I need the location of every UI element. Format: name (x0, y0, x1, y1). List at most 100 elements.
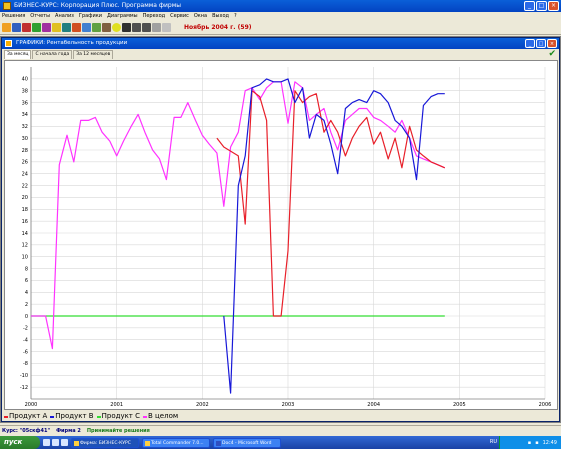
y-tick-label: 34 (22, 112, 28, 118)
toolbar-decisions-icon[interactable] (2, 23, 11, 32)
quicklaunch-media-icon[interactable] (61, 439, 68, 446)
x-tick-label: 2005 (453, 402, 466, 408)
y-tick-label: 36 (22, 100, 28, 106)
menu-item-service[interactable]: Сервис (170, 12, 189, 21)
menu-item-diagrams[interactable]: Диаграммы (107, 12, 138, 21)
menu-item-transition[interactable]: Переход (143, 12, 166, 21)
task-word[interactable]: Doc4 - Microsoft Word (213, 437, 281, 448)
task-total-commander[interactable]: Total Commander 7.0... (142, 437, 210, 448)
window-controls: _ □ × (524, 1, 559, 11)
legend-label-product-b: Продукт В (55, 412, 94, 420)
tray-volume-icon[interactable]: ▪ (535, 440, 538, 446)
tray-clock: 12:49 (542, 439, 557, 446)
x-tick-label: 2004 (367, 402, 380, 408)
toolbar-back-icon[interactable] (132, 23, 141, 32)
menu-item-analysis[interactable]: Анализ (55, 12, 74, 21)
y-tick-label: 0 (25, 314, 28, 320)
legend-label-product-c: Продукт С (101, 412, 140, 420)
tray-network-icon[interactable]: ▪ (528, 440, 531, 446)
y-tick-label: 28 (22, 148, 28, 154)
toolbar-firm-icon[interactable] (72, 23, 81, 32)
y-tick-label: -10 (20, 373, 28, 379)
y-tick-label: 2 (25, 302, 28, 308)
language-indicator[interactable]: RU (490, 439, 497, 445)
menu-item-windows[interactable]: Окна (194, 12, 207, 21)
charts-window-title: ГРАФИКИ: Рентабельность продукции (16, 40, 128, 46)
task-word-icon (216, 440, 221, 446)
toolbar-report-icon[interactable] (12, 23, 21, 32)
child-minimize-button[interactable]: _ (525, 39, 535, 48)
menu-item-help[interactable]: ? (234, 12, 237, 21)
legend-label-product-a: Продукт А (9, 412, 48, 420)
quicklaunch-browser-icon[interactable] (52, 439, 59, 446)
task-business-course[interactable]: Фирма: БИЗНЕС-КУРС (71, 437, 139, 448)
menu-item-charts[interactable]: Графики (79, 12, 102, 21)
toolbar-diagram-icon[interactable] (42, 23, 51, 32)
legend-label-overall: В целом (148, 412, 179, 420)
quick-launch (43, 439, 68, 446)
tab-12-months[interactable]: За 12 месяцев (73, 50, 114, 59)
task-label-word: Doc4 - Microsoft Word (222, 440, 272, 446)
child-maximize-button[interactable]: □ (536, 39, 546, 48)
statusbar: Курс: "05скф41" Фирма 2 Принимайте решен… (0, 425, 561, 435)
chart-legend: Продукт А Продукт В Продукт С В целом (4, 412, 181, 421)
toolbar-chart-icon[interactable] (32, 23, 41, 32)
y-tick-label: 38 (22, 89, 28, 95)
y-tick-label: 10 (22, 255, 28, 261)
profitability-chart: -12 -10 -8 -6 -4 -2 0 2 4 6 8 10 12 14 16 18 20 22 24 26 28 3… (4, 60, 558, 410)
y-tick-label: 20 (22, 195, 28, 201)
toolbar-table-icon[interactable] (62, 23, 71, 32)
toolbar-analysis-icon[interactable] (22, 23, 31, 32)
checkmark-icon[interactable]: ✔ (548, 49, 556, 59)
period-label: Ноябрь 2004 г. (59) (184, 24, 252, 31)
x-tick-label: 2006 (539, 402, 552, 408)
toolbar-money-icon[interactable] (52, 23, 61, 32)
y-tick-label: 26 (22, 160, 28, 166)
period-tabs: За месяц С начала года За 12 месяцев ✔ (2, 49, 559, 59)
close-button[interactable]: × (548, 1, 559, 11)
toolbar-forward-icon[interactable] (122, 23, 131, 32)
x-tick-label: 2000 (25, 402, 38, 408)
legend-item-product-a: Продукт А (4, 412, 47, 421)
toolbar-warehouse-icon[interactable] (102, 23, 111, 32)
charts-window: ГРАФИКИ: Рентабельность продукции _ □ × … (1, 37, 560, 422)
toolbar-info-icon[interactable] (112, 23, 121, 32)
legend-swatch-product-c (96, 415, 101, 418)
child-close-button[interactable]: × (547, 39, 557, 48)
legend-swatch-overall (143, 415, 147, 418)
toolbar: Ноябрь 2004 г. (59) (0, 21, 561, 35)
menu-item-reports[interactable]: Отчеты (30, 12, 50, 21)
toolbar-market-icon[interactable] (82, 23, 91, 32)
y-tick-label: 32 (22, 124, 28, 130)
y-tick-label: -12 (20, 385, 28, 391)
task-label-total-commander: Total Commander 7.0... (151, 440, 204, 446)
series-line-product-a (216, 90, 446, 317)
app-title: БИЗНЕС-КУРС: Корпорация Плюс. Программа … (14, 2, 181, 9)
y-tick-label: 8 (25, 266, 28, 272)
y-tick-label: 12 (22, 243, 28, 249)
chart-window-icon (5, 40, 12, 47)
legend-item-overall: В целом (143, 412, 178, 421)
y-tick-label: 14 (22, 231, 28, 237)
menu-item-exit[interactable]: Выход (212, 12, 229, 21)
legend-swatch-product-a (4, 415, 8, 418)
charts-window-controls: _ □ × (525, 39, 557, 48)
quicklaunch-desktop-icon[interactable] (43, 439, 50, 446)
series-line-overall (31, 81, 446, 350)
start-button[interactable]: пуск (0, 436, 40, 449)
maximize-button[interactable]: □ (536, 1, 547, 11)
toolbar-end-icon[interactable] (162, 23, 171, 32)
tab-year-to-date[interactable]: С начала года (32, 50, 73, 59)
menu-item-decisions[interactable]: Решения (2, 12, 25, 21)
toolbar-last-icon[interactable] (152, 23, 161, 32)
toolbar-first-icon[interactable] (142, 23, 151, 32)
taskbar: пуск Фирма: БИЗНЕС-КУРС Total Commander … (0, 436, 561, 449)
y-tick-label: -2 (23, 326, 28, 332)
tab-month[interactable]: За месяц (4, 50, 32, 59)
task-tc-icon (145, 440, 150, 446)
x-tick-label: 2002 (196, 402, 209, 408)
status-action: Принимайте решения (86, 428, 150, 434)
minimize-button[interactable]: _ (524, 1, 535, 11)
y-tick-label: 22 (22, 183, 28, 189)
toolbar-production-icon[interactable] (92, 23, 101, 32)
